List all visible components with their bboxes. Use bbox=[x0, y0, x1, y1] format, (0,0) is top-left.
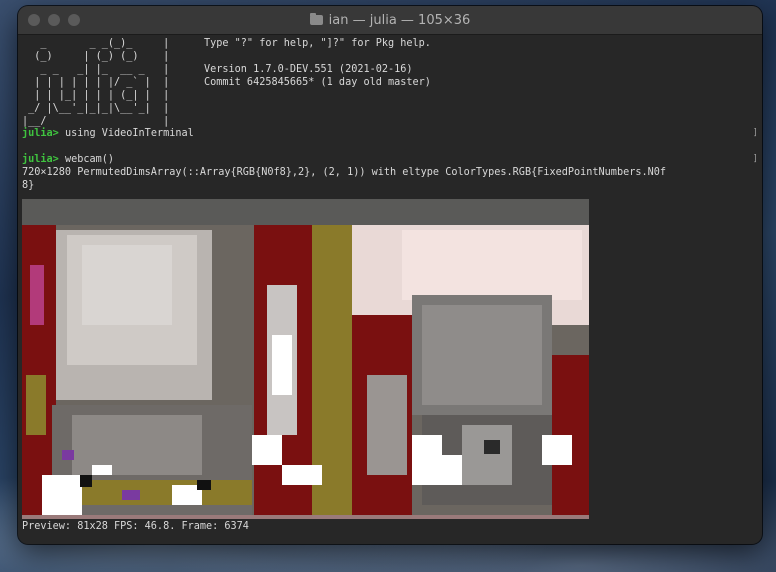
banner-help-line: Type "?" for help, "]?" for Pkg help. bbox=[204, 38, 431, 49]
julia-prompt: julia> bbox=[22, 128, 59, 139]
window-controls bbox=[28, 14, 80, 26]
banner-logo-line: (_) | (_) (_) | bbox=[22, 51, 170, 62]
command-text: webcam() bbox=[64, 154, 115, 165]
window-title: ian — julia — 105×36 bbox=[309, 12, 471, 28]
minimize-button[interactable] bbox=[48, 14, 60, 26]
output-type-line-cont: 8} bbox=[22, 180, 35, 191]
banner-commit-line: Commit 6425845665* (1 day old master) bbox=[204, 77, 431, 88]
command-line-1: julia> using VideoInTerminal bbox=[22, 127, 194, 140]
output-type-line: 720×1280 PermutedDimsArray(::Array{RGB{N… bbox=[22, 167, 667, 178]
command-line-2: julia> webcam() bbox=[22, 153, 114, 166]
zoom-button[interactable] bbox=[68, 14, 80, 26]
banner-logo-line: | | | | | | |/ _` | | bbox=[22, 77, 170, 88]
webcam-preview bbox=[22, 199, 589, 519]
julia-prompt: julia> bbox=[22, 154, 59, 165]
banner-logo-line: _ _ _(_)_ | bbox=[22, 38, 170, 49]
terminal-window: ian — julia — 105×36 _ _ _(_)_ | (_) | (… bbox=[18, 6, 762, 544]
banner-logo-line: _/ |\__'_|_|_|\__'_| | bbox=[22, 103, 170, 114]
close-button[interactable] bbox=[28, 14, 40, 26]
banner-version-line: Version 1.7.0-DEV.551 (2021-02-16) bbox=[204, 64, 413, 75]
banner-logo-line: _ _ _| |_ __ _ | bbox=[22, 64, 170, 75]
mark-bracket: ] bbox=[752, 154, 758, 164]
banner-logo-line: | | |_| | | | (_| | | bbox=[22, 90, 170, 101]
title-bar: ian — julia — 105×36 bbox=[18, 6, 762, 35]
command-text: using VideoInTerminal bbox=[64, 128, 194, 139]
status-line: Preview: 81x28 FPS: 46.8. Frame: 6374 bbox=[22, 521, 249, 532]
terminal-content[interactable]: _ _ _(_)_ | (_) | (_) (_) | _ _ _| |_ __… bbox=[18, 35, 762, 544]
folder-icon bbox=[309, 13, 323, 25]
mark-bracket: ] bbox=[752, 128, 758, 138]
window-title-text: ian — julia — 105×36 bbox=[328, 12, 471, 28]
webcam-pixel-art bbox=[22, 225, 589, 519]
